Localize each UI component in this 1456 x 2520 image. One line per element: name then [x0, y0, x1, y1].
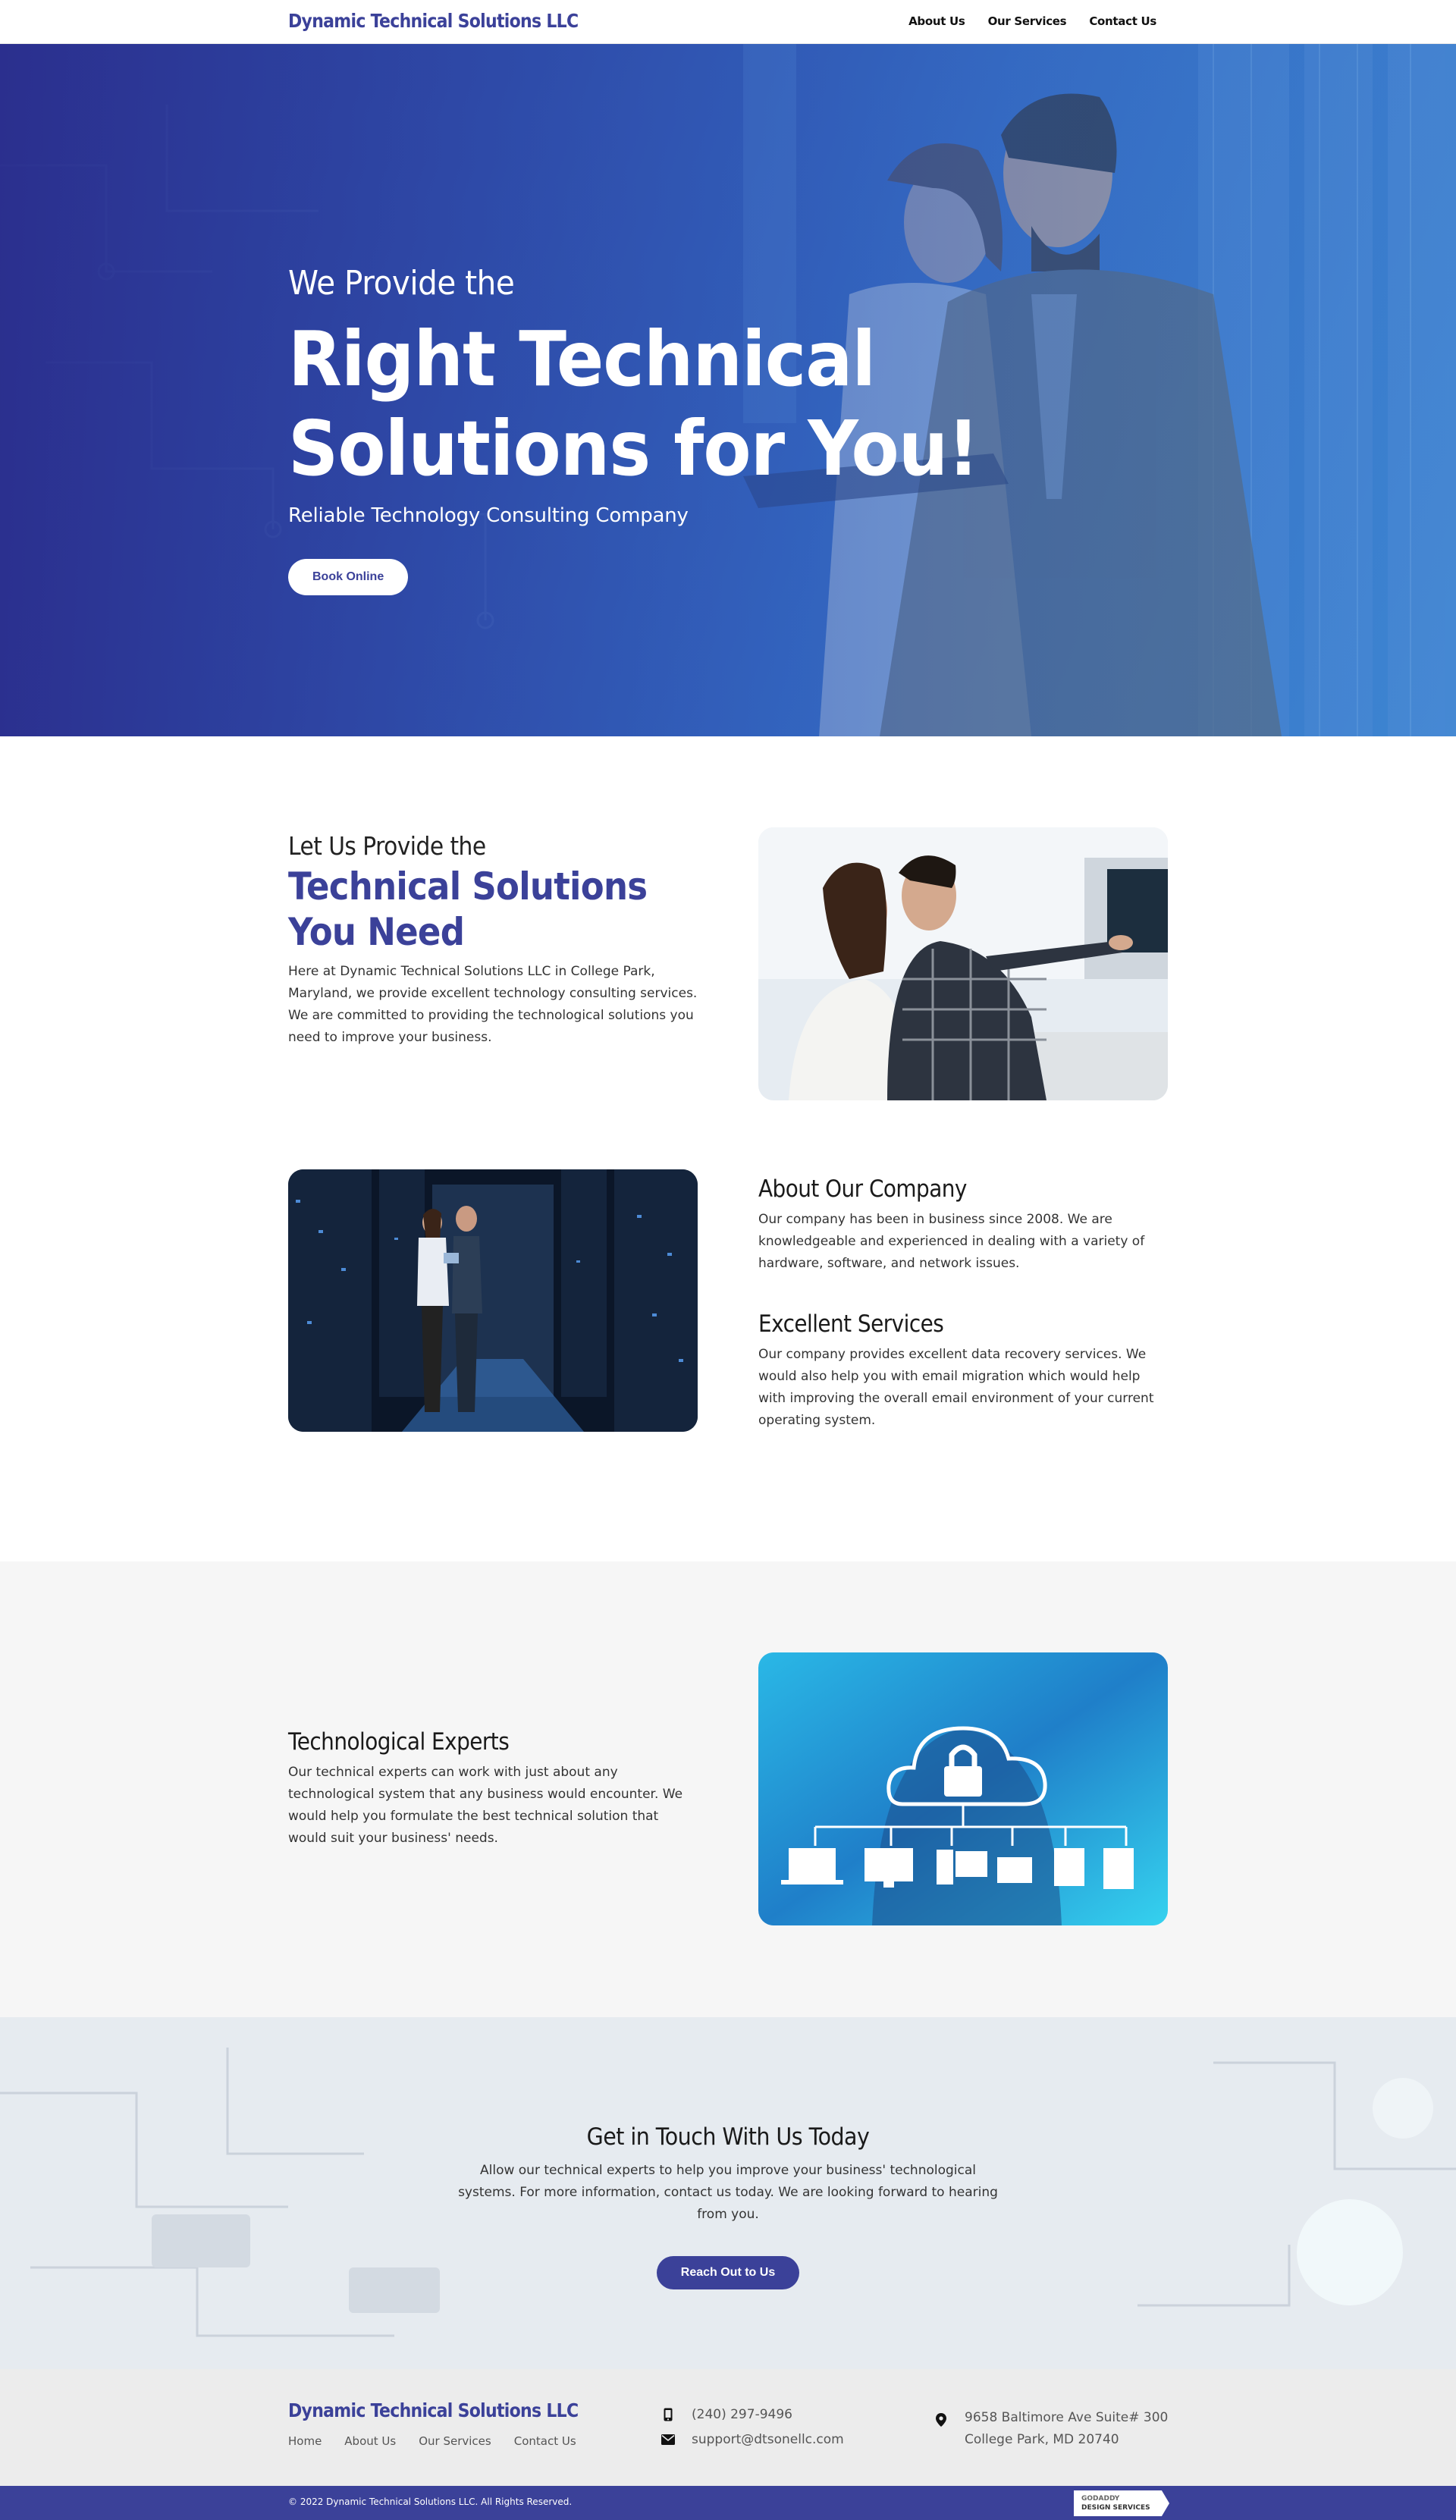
excellent-services-block: Excellent Services Our company provides …	[758, 1310, 1168, 1432]
excellent-services-title: Excellent Services	[758, 1310, 944, 1338]
intro-heading-line-1: Technical Solutions	[288, 865, 648, 909]
reach-out-button[interactable]: Reach Out to Us	[656, 2256, 800, 2289]
footer-address-line-1: 9658 Baltimore Ave Suite# 300	[965, 2410, 1169, 2425]
main-nav: About Us Our Services Contact Us	[908, 14, 1156, 28]
footer-nav-about-us[interactable]: About Us	[344, 2434, 396, 2448]
footer-nav-home[interactable]: Home	[288, 2434, 322, 2448]
hero-section: We Provide the Right Technical Solutions…	[0, 44, 1456, 736]
footer-address-text: 9658 Baltimore Ave Suite# 300 College Pa…	[965, 2407, 1168, 2451]
experts-text: Technological Experts Our technical expe…	[288, 1728, 698, 1850]
footer-address-line-2: College Park, MD 20740	[965, 2432, 1119, 2447]
intro-body: Here at Dynamic Technical Solutions LLC …	[288, 964, 698, 1045]
nav-our-services[interactable]: Our Services	[988, 14, 1067, 28]
contact-cta-section: Get in Touch With Us Today Allow our tec…	[0, 2017, 1456, 2369]
godaddy-design-badge[interactable]: GODADDY DESIGN SERVICES	[1074, 2490, 1169, 2516]
about-company-block: About Our Company Our company has been i…	[758, 1175, 1168, 1275]
footer-email-text: support@dtsonellc.com	[692, 2432, 844, 2447]
footer-nav-our-services[interactable]: Our Services	[419, 2434, 491, 2448]
cta-content: Get in Touch With Us Today Allow our tec…	[0, 2123, 1456, 2289]
badge-line-2: DESIGN SERVICES	[1081, 2504, 1150, 2512]
phone-icon	[661, 2408, 675, 2421]
cta-title: Get in Touch With Us Today	[586, 2123, 870, 2151]
experts-title: Technological Experts	[288, 1728, 510, 1756]
hero-content: We Provide the Right Technical Solutions…	[288, 264, 1039, 595]
map-pin-icon	[934, 2407, 948, 2427]
about-section: About Our Company Our company has been i…	[0, 1145, 1456, 1561]
intro-text: Let Us Provide the Technical Solutions Y…	[288, 831, 698, 1049]
intro-heading: Technical Solutions You Need	[288, 864, 657, 955]
footer-nav-contact-us[interactable]: Contact Us	[514, 2434, 576, 2448]
about-company-body: Our company has been in business since 2…	[758, 1212, 1145, 1271]
server-room-photo	[288, 1169, 698, 1432]
footer-brand[interactable]: Dynamic Technical Solutions LLC	[288, 2399, 579, 2421]
hero-title-line-1: Right Technical	[288, 315, 876, 403]
intro-heading-line-2: You Need	[288, 910, 465, 954]
hero-title: Right Technical Solutions for You!	[288, 315, 979, 494]
copyright-bar: © 2022 Dynamic Technical Solutions LLC. …	[0, 2486, 1456, 2520]
intro-pre-heading: Let Us Provide the	[288, 831, 486, 861]
hero-title-line-2: Solutions for You!	[288, 404, 979, 493]
badge-line-1: GODADDY	[1081, 2495, 1120, 2503]
footer-email[interactable]: support@dtsonellc.com	[661, 2432, 844, 2447]
about-company-title: About Our Company	[758, 1175, 967, 1203]
book-online-button[interactable]: Book Online	[288, 559, 409, 595]
hero-subtitle: Reliable Technology Consulting Company	[288, 504, 689, 527]
cloud-security-photo	[758, 1652, 1168, 1925]
experts-body: Our technical experts can work with just…	[288, 1765, 683, 1846]
cta-body: Allow our technical experts to help you …	[458, 2163, 998, 2222]
footer-nav: Home About Us Our Services Contact Us	[288, 2434, 576, 2448]
excellent-services-body: Our company provides excellent data reco…	[758, 1347, 1154, 1428]
site-header: Dynamic Technical Solutions LLC About Us…	[0, 0, 1456, 44]
nav-about-us[interactable]: About Us	[908, 14, 965, 28]
experts-section: Technological Experts Our technical expe…	[0, 1561, 1456, 2017]
envelope-icon	[661, 2434, 675, 2445]
footer-phone[interactable]: (240) 297-9496	[661, 2407, 792, 2422]
nav-contact-us[interactable]: Contact Us	[1089, 14, 1156, 28]
consulting-photo	[758, 827, 1168, 1100]
copyright-text: © 2022 Dynamic Technical Solutions LLC. …	[288, 2496, 573, 2507]
intro-section: Let Us Provide the Technical Solutions Y…	[0, 736, 1456, 1145]
brand-logo[interactable]: Dynamic Technical Solutions LLC	[288, 10, 579, 32]
footer-address: 9658 Baltimore Ave Suite# 300 College Pa…	[934, 2407, 1168, 2451]
hero-pre-title: We Provide the	[288, 264, 515, 303]
footer-phone-text: (240) 297-9496	[692, 2407, 792, 2422]
site-footer: Dynamic Technical Solutions LLC Home Abo…	[0, 2369, 1456, 2486]
